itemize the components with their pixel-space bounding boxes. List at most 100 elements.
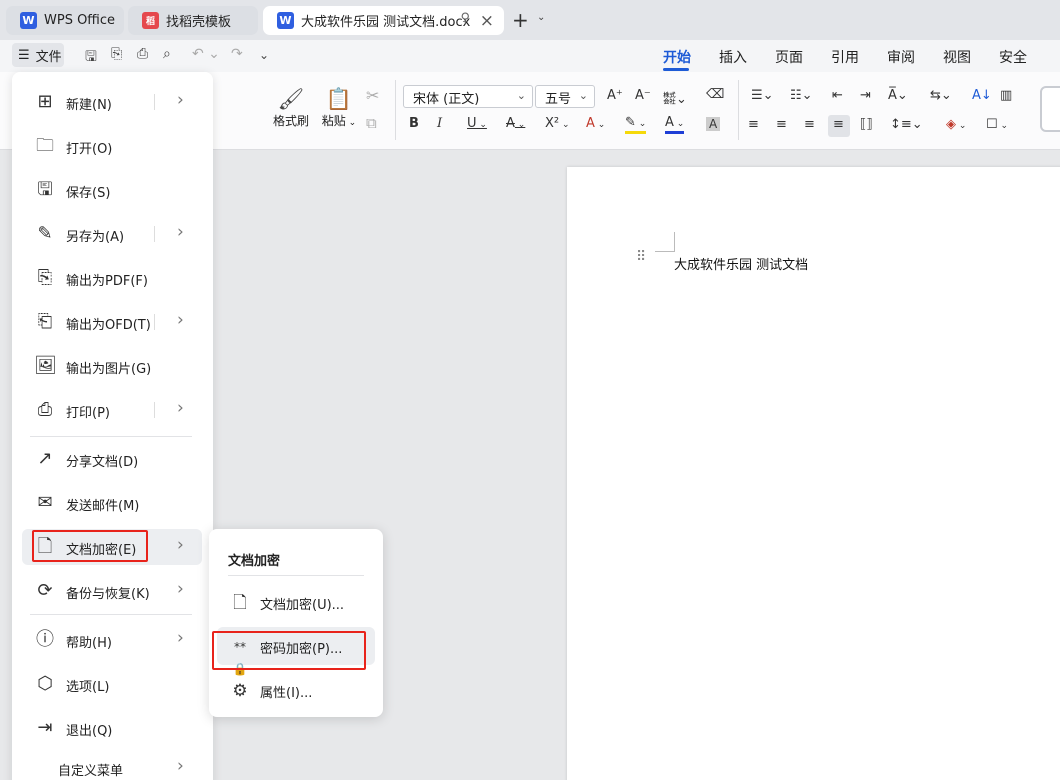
divider	[395, 80, 396, 140]
numbered-list-icon[interactable]: ☷⌄	[790, 88, 813, 103]
border-icon[interactable]: ☐ ⌄	[986, 117, 1008, 132]
menu-item-label: 保存(S)	[66, 186, 111, 201]
decrease-indent-icon[interactable]: ⇤	[832, 88, 843, 103]
menu-item-save[interactable]: 🖫 保存(S)	[22, 172, 202, 208]
close-icon[interactable]: ×	[480, 11, 494, 31]
highlight-box	[32, 530, 148, 562]
align-center-icon[interactable]: ≡	[776, 117, 787, 132]
font-size-select[interactable]: 五号 ⌄	[535, 85, 595, 108]
bullet-list-icon[interactable]: ☰⌄	[751, 88, 774, 103]
menu-item-label: 输出为图片(G)	[66, 362, 152, 377]
menu-item-new[interactable]: ⊞ 新建(N) ›	[22, 84, 202, 120]
increase-indent-icon[interactable]: ⇥	[860, 88, 871, 103]
shading-icon[interactable]: ◈ ⌄	[946, 117, 966, 132]
export-icon[interactable]: ⎘	[111, 46, 122, 62]
strikethrough-icon[interactable]: A ⌄	[506, 116, 525, 131]
cut-icon[interactable]: ✂	[366, 86, 379, 105]
menu-item-label: 新建(N)	[66, 98, 112, 113]
tab-insert[interactable]: 插入	[719, 47, 747, 67]
menu-item-export-image[interactable]: 🖼 输出为图片(G)	[22, 348, 202, 384]
divider	[154, 314, 155, 330]
tab-wps-office[interactable]: W WPS Office	[6, 6, 124, 35]
drag-handle-icon[interactable]: ⠿	[636, 250, 646, 264]
line-spacing-icon[interactable]: ↕≡⌄	[890, 117, 923, 132]
distributed-icon[interactable]: ⟦⟧	[860, 117, 873, 132]
menu-item-options[interactable]: ⬡ 选项(L)	[22, 666, 202, 702]
pin-icon[interactable]: ♀	[460, 11, 470, 26]
chevron-down-icon[interactable]: ⌄	[259, 48, 269, 62]
tab-references[interactable]: 引用	[831, 47, 859, 67]
paste-button[interactable]: 📋 粘贴 ⌄	[319, 86, 359, 129]
undo-icon[interactable]: ↶ ⌄	[192, 46, 220, 62]
menu-item-label: 自定义菜单	[58, 764, 124, 779]
format-painter-button[interactable]: 🖌 格式刷	[272, 86, 310, 129]
print-icon[interactable]: ⎙	[137, 46, 148, 62]
menu-item-help[interactable]: ⓘ 帮助(H) ›	[22, 622, 202, 658]
menu-item-label: 另存为(A)	[66, 230, 125, 245]
menu-item-save-as[interactable]: ✎ 另存为(A) ›	[22, 216, 202, 252]
submenu-item-document-encrypt[interactable]: 🗋 文档加密(U)...	[217, 583, 375, 621]
text-effect-icon[interactable]: A ⌄	[586, 116, 605, 131]
styles-gallery[interactable]	[1040, 86, 1060, 132]
menu-item-open[interactable]: 🗀 打开(O)	[22, 128, 202, 164]
shrink-font-icon[interactable]: A⁻	[635, 88, 651, 103]
char-shading-icon[interactable]: A	[706, 117, 721, 131]
copy-icon[interactable]: ⧉	[366, 114, 377, 132]
menu-item-exit[interactable]: ⇥ 退出(Q)	[22, 710, 202, 746]
bold-icon[interactable]: B	[409, 116, 419, 131]
superscript-icon[interactable]: X² ⌄	[545, 116, 570, 131]
divider	[154, 226, 155, 242]
highlight-icon[interactable]: ✎ ⌄	[625, 116, 647, 134]
chevron-right-icon: ›	[177, 398, 184, 418]
tab-label: 大成软件乐园 测试文档.docx	[301, 15, 471, 30]
image-icon: 🖼	[34, 355, 57, 376]
redo-icon[interactable]: ↷	[231, 46, 243, 62]
paste-label: 粘贴	[321, 114, 346, 128]
tab-page[interactable]: 页面	[775, 47, 803, 67]
tab-home[interactable]: 开始	[663, 47, 691, 67]
tab-view[interactable]: 视图	[943, 47, 971, 67]
font-color-icon[interactable]: A ⌄	[665, 116, 685, 134]
menu-item-customize[interactable]: 自定义菜单 ›	[22, 752, 202, 780]
menu-item-label: 选项(L)	[66, 680, 110, 695]
phonetic-guide-icon[interactable]: ㍿⌄	[663, 88, 687, 107]
exit-icon: ⇥	[37, 717, 53, 738]
properties-icon: ⚙	[232, 681, 248, 701]
margin-marker	[655, 232, 675, 252]
tab-docer-templates[interactable]: 稻 找稻壳模板	[128, 6, 258, 35]
font-name-select[interactable]: 宋体 (正文) ⌄	[403, 85, 533, 108]
clear-format-icon[interactable]: ⌫	[706, 87, 724, 102]
menu-item-label: 帮助(H)	[66, 636, 112, 651]
align-left-icon[interactable]: ≡	[748, 117, 759, 132]
chevron-down-icon[interactable]: ⌄	[537, 12, 545, 23]
menu-icon: ☰	[18, 47, 30, 63]
tab-security[interactable]: 安全	[999, 47, 1027, 67]
italic-icon[interactable]: I	[437, 116, 442, 131]
show-marks-icon[interactable]: ▥	[1000, 88, 1012, 103]
document-text[interactable]: 大成软件乐园 测试文档	[674, 254, 808, 273]
save-icon[interactable]: 🖫	[85, 46, 97, 70]
submenu-item-properties[interactable]: ⚙ 属性(I)...	[217, 671, 375, 709]
grow-font-icon[interactable]: A⁺	[607, 88, 623, 103]
options-icon: ⬡	[37, 673, 53, 694]
menu-item-share[interactable]: ↗ 分享文档(D)	[22, 441, 202, 477]
menu-item-backup[interactable]: ⟳ 备份与恢复(K) ›	[22, 573, 202, 609]
line-wrap-icon[interactable]: ⇆⌄	[930, 88, 952, 103]
menu-item-label: 备份与恢复(K)	[66, 587, 150, 602]
underline-icon[interactable]: U ⌄	[467, 116, 487, 131]
sort-icon[interactable]: A↓	[972, 88, 992, 103]
menu-item-send-mail[interactable]: ✉ 发送邮件(M)	[22, 485, 202, 521]
menu-item-export-pdf[interactable]: ⎘ 输出为PDF(F)	[22, 260, 202, 296]
menu-item-print[interactable]: ⎙ 打印(P) ›	[22, 392, 202, 428]
printer-icon: ⎙	[37, 399, 53, 420]
tab-document[interactable]: W 大成软件乐园 测试文档.docx ♀ ×	[263, 6, 504, 35]
menu-item-export-ofd[interactable]: ⎗ 输出为OFD(T) ›	[22, 304, 202, 340]
print-preview-icon[interactable]: ⌕	[163, 46, 171, 62]
file-menu-button[interactable]: ☰ 文件	[12, 43, 64, 67]
tab-review[interactable]: 审阅	[887, 47, 915, 67]
text-direction-icon[interactable]: A̅⌄	[888, 88, 908, 103]
align-right-icon[interactable]: ≡	[804, 117, 815, 132]
justify-icon[interactable]: ≡	[833, 117, 844, 132]
font-size-value: 五号	[545, 92, 572, 107]
new-tab-icon[interactable]: +	[512, 8, 529, 32]
